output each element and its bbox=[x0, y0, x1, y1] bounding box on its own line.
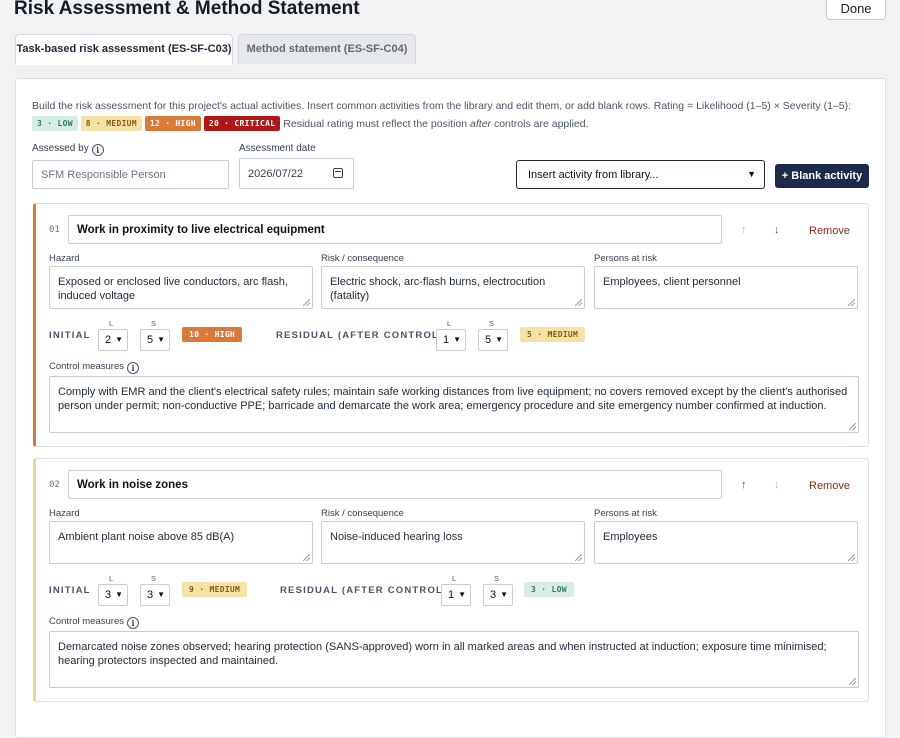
initial-severity-select[interactable]: 5 ▼ bbox=[140, 329, 170, 351]
resize-grip-icon[interactable] bbox=[303, 299, 310, 306]
resize-grip-icon[interactable] bbox=[303, 554, 310, 561]
activity-card: 02 Work in noise zones ↑ ↓ Remove Hazard… bbox=[33, 458, 869, 702]
residual-severity-select[interactable]: 3 ▼ bbox=[483, 584, 513, 606]
risk-label: Risk / consequence bbox=[321, 508, 404, 519]
page-title: Risk Assessment & Method Statement bbox=[14, 0, 360, 19]
likelihood-label: L bbox=[447, 319, 452, 328]
remove-button[interactable]: Remove bbox=[809, 225, 850, 237]
remove-button[interactable]: Remove bbox=[809, 480, 850, 492]
move-up-icon[interactable]: ↑ bbox=[741, 479, 747, 491]
activity-card: 01 Work in proximity to live electrical … bbox=[33, 203, 869, 447]
residual-label: RESIDUAL (AFTER CONTROLS) bbox=[280, 585, 455, 596]
initial-likelihood-select[interactable]: 3 ▼ bbox=[98, 584, 128, 606]
hazard-label: Hazard bbox=[49, 253, 80, 264]
done-button[interactable]: Done bbox=[826, 0, 886, 20]
activity-title-input[interactable]: Work in noise zones bbox=[68, 470, 722, 499]
chevron-down-icon: ▼ bbox=[115, 590, 123, 599]
initial-label: INITIAL bbox=[49, 585, 91, 596]
info-icon[interactable]: i bbox=[126, 362, 139, 374]
residual-rating-badge: 5 · MEDIUM bbox=[520, 327, 586, 342]
risk-textarea[interactable]: Electric shock, arc-flash burns, electro… bbox=[321, 266, 585, 309]
move-up-icon[interactable]: ↑ bbox=[741, 224, 747, 236]
severity-label: S bbox=[151, 574, 157, 583]
move-down-icon[interactable]: ↓ bbox=[774, 479, 780, 491]
persons-label: Persons at risk bbox=[594, 253, 657, 264]
control-measures-label: Control measures i bbox=[49, 361, 139, 374]
residual-severity-select[interactable]: 5 ▼ bbox=[478, 329, 508, 351]
info-icon[interactable]: i bbox=[126, 617, 139, 629]
risk-textarea[interactable]: Noise-induced hearing loss bbox=[321, 521, 585, 564]
initial-severity-select[interactable]: 3 ▼ bbox=[140, 584, 170, 606]
hazard-textarea[interactable]: Ambient plant noise above 85 dB(A) bbox=[49, 521, 313, 564]
severity-label: S bbox=[489, 319, 495, 328]
likelihood-label: L bbox=[452, 574, 457, 583]
risk-assessment-panel: Build the risk assessment for this proje… bbox=[15, 78, 886, 738]
calendar-icon[interactable] bbox=[333, 168, 343, 178]
tab-risk-assessment[interactable]: Task-based risk assessment (ES-SF-C03) bbox=[15, 34, 233, 65]
persons-textarea[interactable]: Employees, client personnel bbox=[594, 266, 858, 309]
resize-grip-icon[interactable] bbox=[848, 299, 855, 306]
residual-label: RESIDUAL (AFTER CONTROLS) bbox=[276, 330, 451, 341]
legend-badge-medium: 8 · MEDIUM bbox=[80, 116, 142, 131]
hazard-label: Hazard bbox=[49, 508, 80, 519]
legend-badge-high: 12 · HIGH bbox=[144, 116, 201, 131]
chevron-down-icon: ▼ bbox=[458, 590, 466, 599]
assessment-date-label: Assessment date bbox=[239, 143, 316, 154]
likelihood-label: L bbox=[109, 574, 114, 583]
resize-grip-icon[interactable] bbox=[575, 299, 582, 306]
chevron-down-icon: ▼ bbox=[157, 590, 165, 599]
hazard-textarea[interactable]: Exposed or enclosed live conductors, arc… bbox=[49, 266, 313, 309]
initial-likelihood-select[interactable]: 2 ▼ bbox=[98, 329, 128, 351]
chevron-down-icon: ▼ bbox=[747, 169, 756, 179]
move-down-icon[interactable]: ↓ bbox=[774, 224, 780, 236]
chevron-down-icon: ▼ bbox=[495, 335, 503, 344]
legend-badge-critical: 20 · CRITICAL bbox=[203, 116, 281, 131]
resize-grip-icon[interactable] bbox=[848, 554, 855, 561]
control-measures-textarea[interactable]: Demarcated noise zones observed; hearing… bbox=[49, 631, 859, 688]
library-select[interactable]: Insert activity from library... ▼ bbox=[516, 160, 765, 189]
likelihood-label: L bbox=[109, 319, 114, 328]
resize-grip-icon[interactable] bbox=[849, 423, 856, 430]
resize-grip-icon[interactable] bbox=[575, 554, 582, 561]
info-icon[interactable]: i bbox=[91, 144, 104, 156]
initial-rating-badge: 10 · HIGH bbox=[182, 327, 243, 342]
residual-likelihood-select[interactable]: 1 ▼ bbox=[436, 329, 466, 351]
risk-label: Risk / consequence bbox=[321, 253, 404, 264]
intro-text: Build the risk assessment for this proje… bbox=[32, 100, 852, 131]
chevron-down-icon: ▼ bbox=[453, 335, 461, 344]
activity-number: 02 bbox=[49, 480, 60, 490]
assessed-by-input[interactable]: SFM Responsible Person bbox=[32, 160, 229, 189]
chevron-down-icon: ▼ bbox=[157, 335, 165, 344]
residual-likelihood-select[interactable]: 1 ▼ bbox=[441, 584, 471, 606]
tab-method-statement[interactable]: Method statement (ES-SF-C04) bbox=[238, 34, 416, 64]
legend-badge-low: 3 · LOW bbox=[32, 116, 78, 131]
blank-activity-button[interactable]: + Blank activity bbox=[775, 164, 869, 188]
assessed-by-label: Assessed by i bbox=[32, 143, 104, 156]
persons-label: Persons at risk bbox=[594, 508, 657, 519]
residual-rating-badge: 3 · LOW bbox=[524, 582, 574, 597]
chevron-down-icon: ▼ bbox=[500, 590, 508, 599]
severity-label: S bbox=[151, 319, 157, 328]
activity-number: 01 bbox=[49, 225, 60, 235]
assessment-date-input[interactable]: 2026/07/22 bbox=[239, 158, 354, 189]
severity-label: S bbox=[494, 574, 500, 583]
initial-rating-badge: 9 · MEDIUM bbox=[182, 582, 248, 597]
control-measures-textarea[interactable]: Comply with EMR and the client's electri… bbox=[49, 376, 859, 433]
activity-title-input[interactable]: Work in proximity to live electrical equ… bbox=[68, 215, 722, 244]
chevron-down-icon: ▼ bbox=[115, 335, 123, 344]
resize-grip-icon[interactable] bbox=[849, 678, 856, 685]
initial-label: INITIAL bbox=[49, 330, 91, 341]
persons-textarea[interactable]: Employees bbox=[594, 521, 858, 564]
control-measures-label: Control measures i bbox=[49, 616, 139, 629]
